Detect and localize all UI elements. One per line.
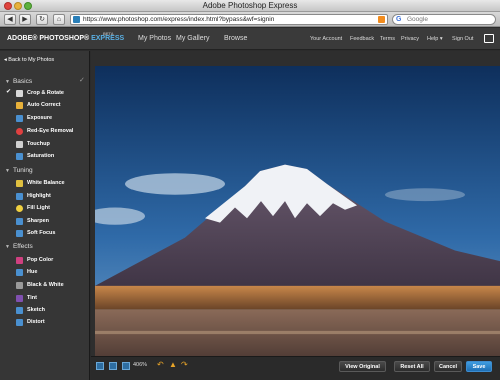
brand-express: EXPRESS (91, 35, 125, 42)
favicon-icon (73, 16, 80, 23)
red-eye-icon (16, 128, 23, 135)
tool-label: White Balance (27, 180, 65, 186)
section-basics[interactable]: ▼ Basics (5, 78, 32, 85)
nav-browse[interactable]: Browse (224, 35, 247, 42)
tool-label: Pop Color (27, 257, 54, 263)
tool-label: Crop & Rotate (27, 90, 64, 96)
browser-window: Adobe Photoshop Express ◀ ▶ ↻ ⌂ https://… (0, 0, 500, 380)
exposure-icon (16, 115, 23, 122)
rss-icon[interactable] (378, 16, 385, 23)
section-tuning[interactable]: ▼ Tuning (5, 167, 33, 174)
checkmark-icon: ✓ (79, 77, 85, 84)
forward-button[interactable]: ▶ (19, 14, 31, 25)
tool-label: Saturation (27, 153, 55, 159)
cloud (385, 188, 465, 202)
nav-privacy[interactable]: Privacy (401, 36, 419, 42)
distort-icon (16, 319, 23, 326)
tool-label: Black & White (27, 282, 64, 288)
sharpen-icon (16, 218, 23, 225)
nav-my-photos[interactable]: My Photos (138, 35, 171, 42)
brand-main: ADOBE® PHOTOSHOP® (7, 35, 90, 42)
back-button[interactable]: ◀ (4, 14, 16, 25)
zoom-icon[interactable] (122, 362, 130, 370)
save-button[interactable]: Save (466, 361, 492, 372)
zoom-level: 406% (133, 362, 148, 368)
tool-label: Tint (27, 295, 37, 301)
tool-label: Hue (27, 269, 38, 275)
sidebar: ◂ Back to My Photos ▼ Basics ✓ ✔ Crop & R… (0, 51, 90, 380)
auto-correct-icon (16, 102, 23, 109)
crop-icon (16, 90, 23, 97)
back-to-my-photos-link[interactable]: ◂ Back to My Photos (4, 57, 54, 63)
fill-light-icon (16, 205, 23, 212)
tool-label: Soft Focus (27, 230, 56, 236)
url-bar[interactable]: https://www.photoshop.com/express/index.… (70, 14, 388, 25)
tool-label: Distort (27, 319, 45, 325)
nav-feedback[interactable]: Feedback (350, 36, 374, 42)
fit-view-icon[interactable] (96, 362, 104, 370)
view-original-button[interactable]: View Original (339, 361, 386, 372)
actual-size-icon[interactable] (109, 362, 117, 370)
tool-label: Auto Correct (27, 102, 61, 108)
nav-sign-out[interactable]: Sign Out (452, 36, 473, 42)
section-effects[interactable]: ▼ Effects (5, 243, 33, 250)
bottom-toolbar: 406% ↶ ▲ ↷ View Original Reset All Cance… (91, 356, 500, 380)
home-button[interactable]: ⌂ (53, 14, 65, 25)
white-balance-icon (16, 180, 23, 187)
soft-focus-icon (16, 230, 23, 237)
tool-label: Exposure (27, 115, 53, 121)
redo-icon[interactable]: ↷ (181, 360, 188, 369)
brand-logo: ADOBE® PHOTOSHOP® EXPRESS BETA (7, 31, 125, 42)
saturation-icon (16, 153, 23, 160)
history-icon[interactable]: ▲ (169, 360, 177, 369)
section-title: Basics (12, 78, 33, 85)
hue-icon (16, 269, 23, 276)
url-text[interactable]: https://www.photoshop.com/express/index.… (83, 15, 274, 24)
tool-label: Red-Eye Removal (27, 128, 74, 134)
cancel-button[interactable]: Cancel (434, 361, 462, 372)
expand-triangle-icon: ▼ (5, 244, 10, 250)
expand-triangle-icon: ▼ (5, 79, 10, 85)
photo-canvas[interactable] (95, 66, 500, 377)
cloud (125, 173, 225, 195)
google-icon: G (396, 16, 402, 23)
tint-icon (16, 295, 23, 302)
highlight-icon (16, 193, 23, 200)
expand-triangle-icon: ▼ (5, 168, 10, 174)
tool-label: Sketch (27, 307, 46, 313)
foreground-hills (95, 285, 500, 310)
canvas-area (91, 51, 500, 377)
section-title: Effects (12, 243, 33, 250)
black-white-icon (16, 282, 23, 289)
window-title: Adobe Photoshop Express (202, 1, 298, 10)
tool-label: Highlight (27, 193, 51, 199)
nav-your-account[interactable]: Your Account (310, 36, 342, 42)
search-bar[interactable]: G (392, 14, 496, 25)
brand-beta: BETA (103, 31, 114, 36)
touchup-icon (16, 141, 23, 148)
pop-color-icon (16, 257, 23, 264)
nav-my-gallery[interactable]: My Gallery (176, 35, 209, 42)
selected-check-icon: ✔ (6, 89, 12, 95)
tool-label: Sharpen (27, 218, 50, 224)
tool-label: Fill Light (27, 205, 50, 211)
tool-label: Touchup (27, 141, 50, 147)
sketch-icon (16, 307, 23, 314)
search-input[interactable] (407, 15, 492, 24)
browser-toolbar: ◀ ▶ ↻ ⌂ https://www.photoshop.com/expres… (0, 12, 500, 27)
reload-button[interactable]: ↻ (36, 14, 48, 25)
lake-reflection (95, 330, 500, 335)
section-title: Tuning (12, 167, 33, 174)
title-bar: Adobe Photoshop Express (0, 0, 500, 12)
nav-help[interactable]: Help ▾ (427, 36, 443, 42)
app-header: ADOBE® PHOTOSHOP® EXPRESS BETA My Photos… (0, 28, 500, 50)
reset-all-button[interactable]: Reset All (394, 361, 430, 372)
undo-icon[interactable]: ↶ (157, 360, 164, 369)
nav-terms[interactable]: Terms (380, 36, 395, 42)
fullscreen-icon[interactable] (484, 34, 494, 43)
